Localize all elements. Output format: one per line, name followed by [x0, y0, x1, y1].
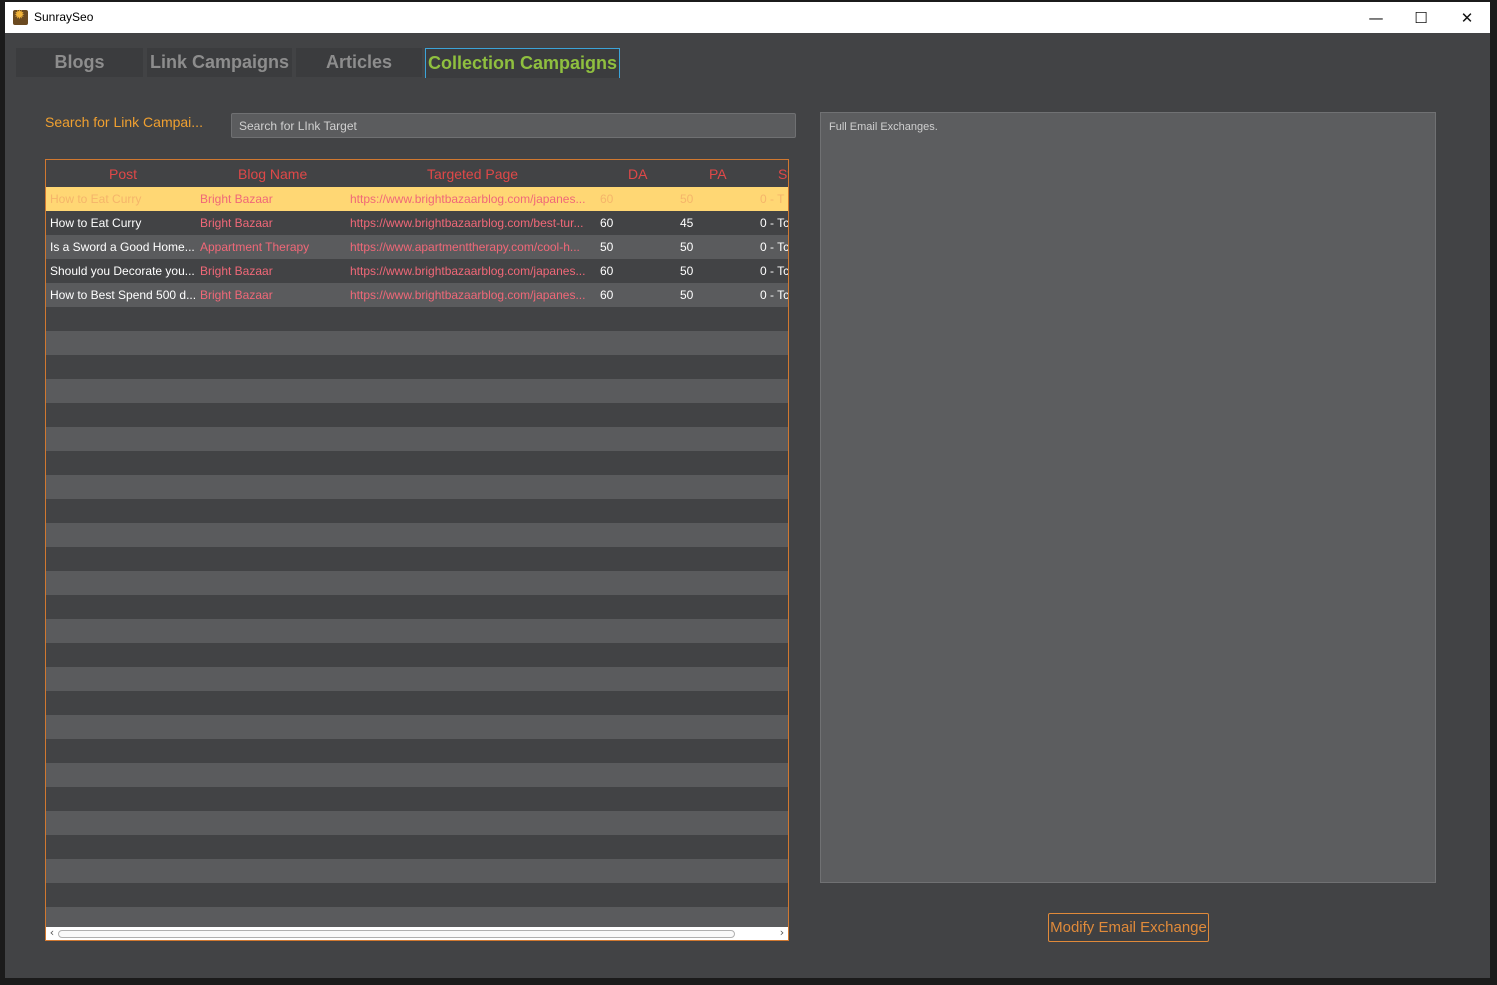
campaign-table: Post Blog Name Targeted Page DA PA St Ho… [45, 159, 789, 941]
maximize-button[interactable]: ☐ [1398, 2, 1444, 33]
status-cell: 0 - Tc [760, 240, 789, 254]
minimize-button[interactable]: — [1353, 2, 1399, 33]
targeted-page-cell: https://www.apartmenttherapy.com/cool-h.… [350, 240, 580, 254]
table-row[interactable]: How to Eat Curry Bright Bazaar https://www… [46, 211, 788, 235]
blog-name-cell: Bright Bazaar [200, 216, 273, 230]
column-header-targeted-page[interactable]: Targeted Page [427, 166, 518, 182]
da-cell: 60 [600, 288, 614, 302]
email-placeholder: Full Email Exchanges. [829, 121, 938, 133]
da-cell: 50 [600, 240, 614, 254]
pa-cell: 50 [680, 288, 694, 302]
table-row [46, 739, 788, 763]
table-row [46, 667, 788, 691]
table-row [46, 643, 788, 667]
table-row [46, 787, 788, 811]
post-cell: How to Best Spend 500 d... [50, 288, 196, 302]
table-body: How to Eat Curry Bright Bazaar https://www… [46, 187, 788, 931]
blog-name-cell: Appartment Therapy [200, 240, 310, 254]
column-header-blog-name[interactable]: Blog Name [238, 166, 307, 182]
table-row [46, 355, 788, 379]
da-cell: 60 [600, 216, 614, 230]
targeted-page-cell: https://www.brightbazaarblog.com/japanes… [350, 288, 586, 302]
status-cell: 0 - Tc [760, 288, 789, 302]
close-button[interactable]: ✕ [1444, 2, 1490, 33]
tab-articles[interactable]: Articles [296, 48, 422, 77]
title-bar: SunraySeo — ☐ ✕ [5, 2, 1490, 33]
table-row [46, 499, 788, 523]
blog-name-cell: Bright Bazaar [200, 192, 273, 206]
pa-cell: 50 [680, 240, 694, 254]
table-row [46, 379, 788, 403]
post-cell: How to Eat Curry [50, 192, 142, 206]
targeted-page-cell: https://www.brightbazaarblog.com/japanes… [350, 192, 586, 206]
table-row [46, 619, 788, 643]
da-cell: 60 [600, 264, 614, 278]
targeted-page-cell: https://www.brightbazaarblog.com/japanes… [350, 264, 586, 278]
post-cell: Is a Sword a Good Home... [50, 240, 195, 254]
table-row [46, 403, 788, 427]
pa-cell: 45 [680, 216, 694, 230]
app-window: SunraySeo — ☐ ✕ Blogs Link Campaigns Art… [5, 2, 1490, 978]
tab-collection-campaigns[interactable]: Collection Campaigns [425, 48, 620, 78]
post-cell: How to Eat Curry [50, 216, 142, 230]
scroll-right-arrow-icon[interactable]: › [777, 926, 787, 939]
table-row [46, 475, 788, 499]
table-row [46, 571, 788, 595]
column-header-pa[interactable]: PA [709, 166, 727, 182]
table-row[interactable]: How to Eat Curry Bright Bazaar https://www… [46, 187, 788, 211]
table-row [46, 307, 788, 331]
table-row[interactable]: Should you Decorate you... Bright Bazaar h… [46, 259, 788, 283]
blog-name-cell: Bright Bazaar [200, 264, 273, 278]
table-row[interactable]: Is a Sword a Good Home... Appartment Ther… [46, 235, 788, 259]
search-label: Search for Link Campai... [45, 114, 203, 130]
table-row[interactable]: How to Best Spend 500 d... Bright Bazaar h… [46, 283, 788, 307]
scroll-left-arrow-icon[interactable]: ‹ [47, 926, 57, 939]
table-row [46, 883, 788, 907]
table-row [46, 523, 788, 547]
email-exchange-textarea[interactable]: Full Email Exchanges. [820, 112, 1436, 883]
table-row [46, 835, 788, 859]
table-row [46, 859, 788, 883]
horizontal-scrollbar[interactable]: ‹ › [46, 926, 788, 940]
targeted-page-cell: https://www.brightbazaarblog.com/best-tu… [350, 216, 584, 230]
column-header-status[interactable]: St [778, 166, 788, 182]
column-header-post[interactable]: Post [109, 166, 137, 182]
tab-link-campaigns[interactable]: Link Campaigns [147, 48, 292, 77]
table-row [46, 547, 788, 571]
window-title: SunraySeo [34, 10, 94, 24]
table-row [46, 691, 788, 715]
blog-name-cell: Bright Bazaar [200, 288, 273, 302]
search-input[interactable] [231, 113, 796, 138]
column-header-da[interactable]: DA [628, 166, 647, 182]
table-row [46, 427, 788, 451]
post-cell: Should you Decorate you... [50, 264, 195, 278]
table-row [46, 715, 788, 739]
status-cell: 0 - T [760, 192, 785, 206]
table-row [46, 331, 788, 355]
table-row [46, 595, 788, 619]
status-cell: 0 - Tc [760, 264, 789, 278]
tab-blogs[interactable]: Blogs [16, 48, 143, 77]
sunray-app-icon [13, 8, 28, 25]
pa-cell: 50 [680, 264, 694, 278]
status-cell: 0 - Tc [760, 216, 789, 230]
table-row [46, 451, 788, 475]
table-header: Post Blog Name Targeted Page DA PA St [46, 160, 788, 187]
table-row [46, 811, 788, 835]
da-cell: 60 [600, 192, 614, 206]
scrollbar-thumb[interactable] [58, 930, 735, 938]
table-row [46, 763, 788, 787]
modify-email-exchange-button[interactable]: Modify Email Exchange [1048, 913, 1209, 942]
pa-cell: 50 [680, 192, 694, 206]
